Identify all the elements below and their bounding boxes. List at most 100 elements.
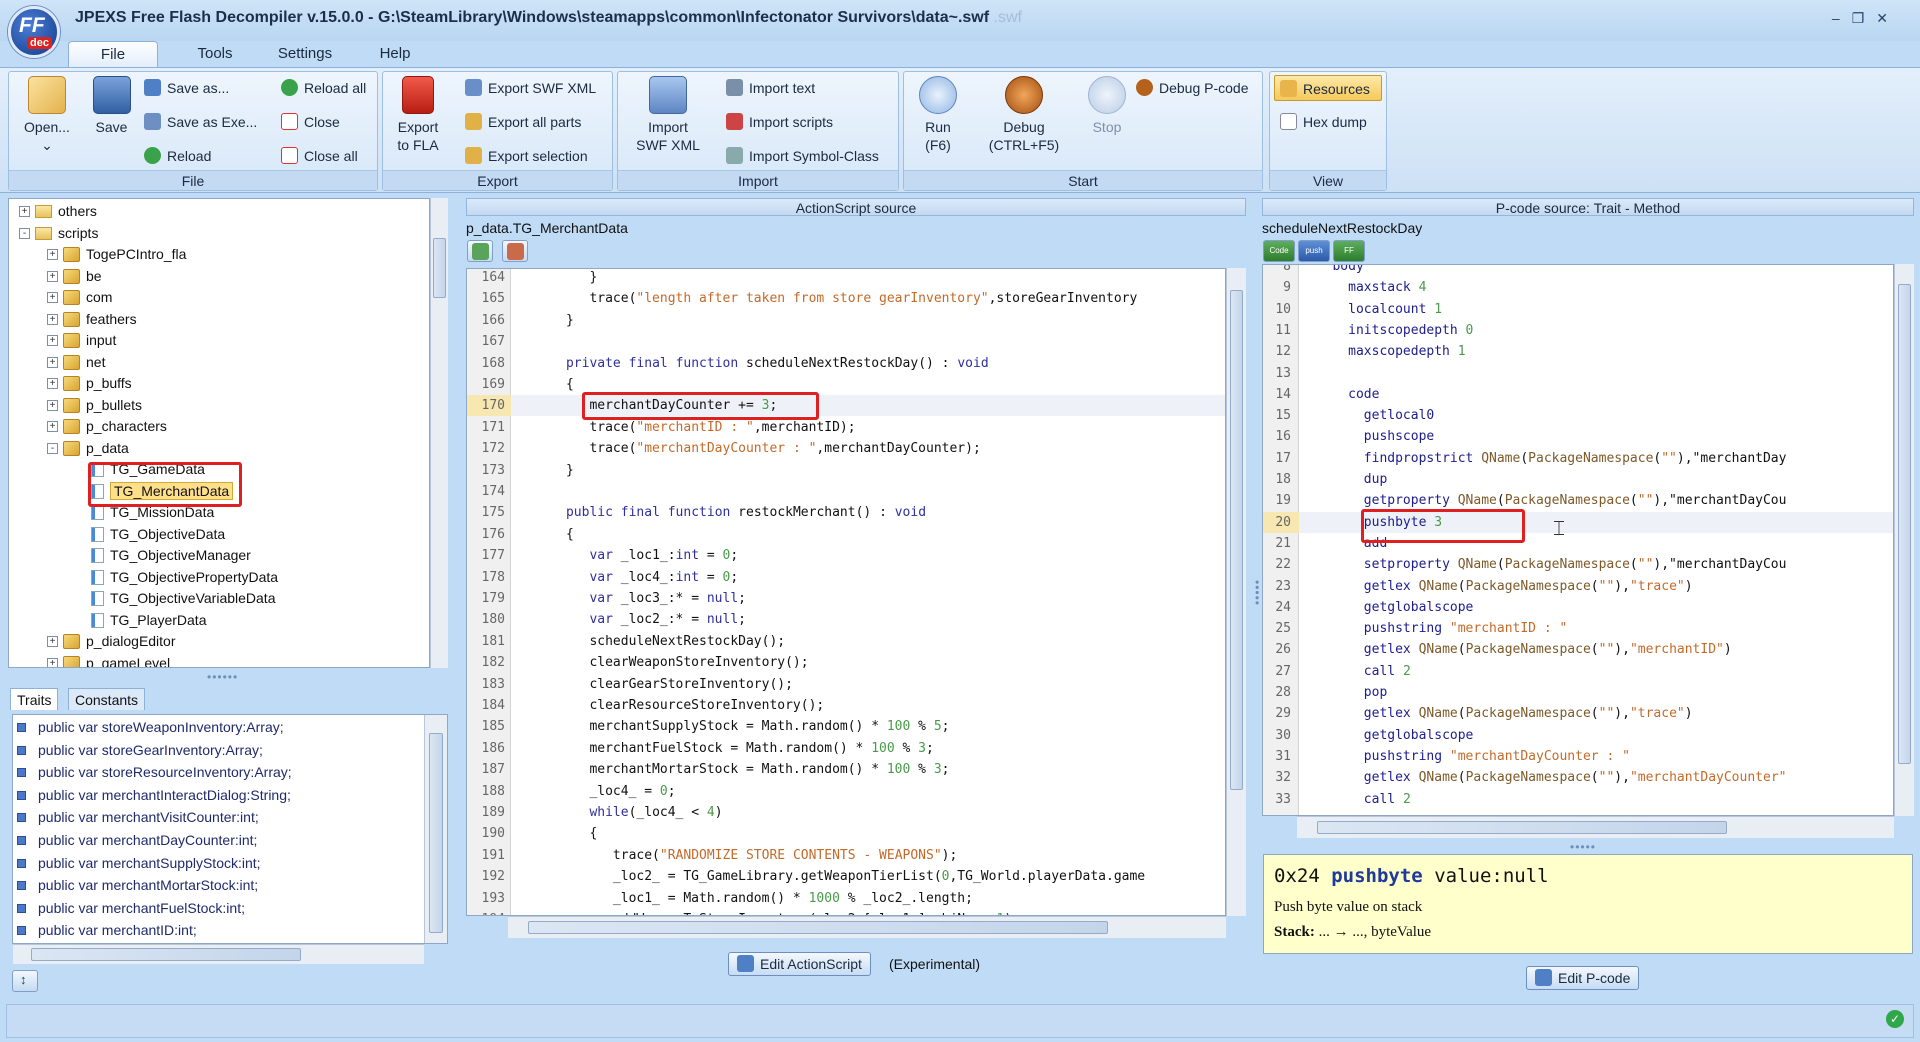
code-line[interactable]: addWeaponToStoreInventory(_loc2_[_loc1_]… [519, 909, 1020, 915]
edit-actionscript-button[interactable]: Edit ActionScript [728, 952, 871, 976]
tree-item-tg-objectivedata[interactable]: TG_ObjectiveData [91, 524, 225, 545]
ffdec-logo-icon[interactable]: FF dec [8, 6, 60, 58]
run-button[interactable]: Run (F6) [910, 76, 966, 154]
splitter-handle[interactable]: •••••• [207, 670, 238, 684]
tree-expander-icon[interactable]: + [47, 399, 58, 411]
pcode-line[interactable]: getglobalscope [1309, 725, 1474, 746]
debug-pcode-button[interactable]: Debug P-code [1136, 77, 1249, 99]
pcode-line[interactable]: getlex QName(PackageNamespace(""),"merch… [1309, 639, 1732, 660]
trait-item[interactable]: public var storeGearInventory:Array; [17, 739, 263, 762]
code-line[interactable]: while(_loc4_ < 4) [519, 802, 722, 823]
traits-vertical-scrollbar[interactable] [424, 715, 447, 943]
trait-item[interactable]: public var merchantInteractDialog:String… [17, 784, 291, 807]
pcode-line[interactable]: code [1309, 384, 1379, 405]
edit-pcode-button[interactable]: Edit P-code [1526, 966, 1640, 990]
pcode-line[interactable]: initscopedepth 0 [1309, 320, 1473, 341]
tree-item-p-characters[interactable]: p_characters [63, 416, 167, 437]
save-button[interactable]: Save [84, 76, 139, 136]
tree-item-be[interactable]: be [63, 266, 102, 287]
pcode-line[interactable]: call 2 [1309, 789, 1411, 810]
code-line[interactable]: } [519, 460, 574, 481]
tree-expander-icon[interactable]: + [47, 378, 58, 389]
code-line[interactable]: _loc4_ = 0; [519, 781, 675, 802]
close-all-button[interactable]: Close all [281, 145, 358, 167]
tree-expander-icon[interactable]: + [47, 356, 58, 368]
trait-item[interactable]: public var merchantID:int; [17, 919, 197, 942]
tree-item-others[interactable]: others [35, 201, 97, 222]
code-line[interactable]: var _loc1_:int = 0; [519, 545, 738, 566]
pcode-line[interactable]: maxscopedepth 1 [1309, 341, 1465, 362]
code-line[interactable]: _loc2_ = TG_GameLibrary.getWeaponTierLis… [519, 866, 1145, 887]
tree-item-scripts[interactable]: scripts [35, 223, 98, 244]
as-hscroll-thumb[interactable] [528, 921, 1108, 934]
tree-expander-icon[interactable]: + [47, 270, 58, 282]
tree-item-p-dialogeditor[interactable]: p_dialogEditor [63, 631, 176, 652]
reload-button[interactable]: Reload [144, 145, 211, 167]
tree-expander-icon[interactable]: + [19, 206, 30, 217]
pcode-line[interactable]: pushstring "merchantDayCounter : " [1309, 746, 1630, 767]
import-scripts-button[interactable]: Import scripts [726, 111, 833, 133]
restore-icon[interactable]: ❐ [1852, 10, 1877, 26]
code-line[interactable]: trace("RANDOMIZE STORE CONTENTS - WEAPON… [519, 845, 957, 866]
hex-dump-button[interactable]: Hex dump [1280, 111, 1367, 133]
pcode-vertical-scrollbar[interactable] [1894, 264, 1914, 816]
trait-item[interactable]: public var merchantMortarStock:int; [17, 874, 258, 897]
sort-button[interactable]: ↕ [12, 970, 38, 992]
code-line[interactable]: } [519, 269, 597, 288]
code-line[interactable]: scheduleNextRestockDay(); [519, 631, 785, 652]
pcode-scroll-thumb[interactable] [1898, 284, 1911, 764]
tree-expander-icon[interactable]: + [47, 636, 58, 647]
tree-expander-icon[interactable]: + [47, 292, 58, 303]
open-button[interactable]: Open... ⌄ [17, 76, 77, 154]
tree-expander-icon[interactable]: + [47, 249, 58, 260]
code-line[interactable]: private final function scheduleNextResto… [519, 353, 989, 374]
tree-expander-icon[interactable]: + [47, 335, 58, 346]
tree-item-tg-objectivevariabledata[interactable]: TG_ObjectiveVariableData [91, 588, 275, 609]
code-line[interactable]: { [519, 374, 574, 395]
tree-expander-icon[interactable]: - [19, 227, 30, 239]
pcode-editor[interactable]: 8 body 9 maxstack 4 10 localcount 1 11 init… [1262, 264, 1894, 816]
pcode-code-button[interactable]: Code [1263, 240, 1295, 262]
tree-item-p-bullets[interactable]: p_bullets [63, 395, 142, 416]
resources-button[interactable]: Resources [1274, 75, 1382, 101]
code-line[interactable]: { [519, 524, 574, 545]
pcode-line[interactable]: pushscope [1309, 426, 1434, 447]
pcode-line[interactable]: getglobalscope [1309, 597, 1474, 618]
export-all-parts-button[interactable]: Export all parts [465, 111, 581, 133]
code-line[interactable]: clearGearStoreInventory(); [519, 674, 793, 695]
trait-item[interactable]: public var merchantFuelStock:int; [17, 897, 245, 920]
pcode-line[interactable]: setproperty QName(PackageNamespace(""),"… [1309, 554, 1787, 575]
pcode-line[interactable]: localcount 1 [1309, 299, 1442, 320]
tree-item-net[interactable]: net [63, 352, 105, 373]
trait-item[interactable]: public var merchantVisitCounter:int; [17, 806, 259, 829]
code-line[interactable]: clearWeaponStoreInventory(); [519, 652, 808, 673]
tree-expander-icon[interactable]: + [47, 657, 58, 667]
menu-file[interactable]: File [68, 41, 158, 67]
tree-expander-icon[interactable]: + [47, 313, 58, 325]
trait-item[interactable]: public var merchantSupplyStock:int; [17, 852, 261, 875]
pcode-push-button[interactable]: push [1298, 240, 1330, 262]
code-line[interactable]: var _loc2_:* = null; [519, 609, 746, 630]
pcode-line[interactable]: body [1309, 265, 1363, 277]
pcode-line[interactable]: call 2 [1309, 661, 1411, 682]
close-icon[interactable]: ✕ [1876, 10, 1900, 26]
pcode-hscroll-thumb[interactable] [1317, 821, 1727, 834]
pcode-horizontal-scrollbar[interactable] [1297, 816, 1894, 838]
menu-tools[interactable]: Tools [175, 41, 255, 67]
code-line[interactable]: merchantSupplyStock = Math.random() * 10… [519, 716, 949, 737]
code-line[interactable]: _loc1_ = Math.random() * 1000 % _loc2_.l… [519, 888, 973, 909]
import-text-button[interactable]: Import text [726, 77, 815, 99]
pcode-line[interactable]: findpropstrict QName(PackageNamespace(""… [1309, 448, 1787, 469]
tree-item-p-data[interactable]: p_data [63, 438, 129, 459]
menu-help[interactable]: Help [360, 41, 430, 67]
tab-traits[interactable]: Traits [10, 688, 59, 710]
tree-item-input[interactable]: input [63, 330, 116, 351]
close-button[interactable]: Close [281, 111, 340, 133]
traits-horizontal-scrollbar[interactable] [13, 944, 424, 964]
save-as-button[interactable]: Save as... [144, 77, 229, 99]
tree-item-togepcintro-fla[interactable]: TogePCIntro_fla [63, 244, 186, 265]
code-line[interactable]: public final function restockMerchant() … [519, 502, 926, 523]
tree-item-p-gamelevel[interactable]: p_gameLevel [63, 653, 170, 667]
trait-item[interactable]: public var merchantDayCounter:int; [17, 829, 257, 852]
as-deobfuscate-button[interactable] [467, 240, 493, 262]
